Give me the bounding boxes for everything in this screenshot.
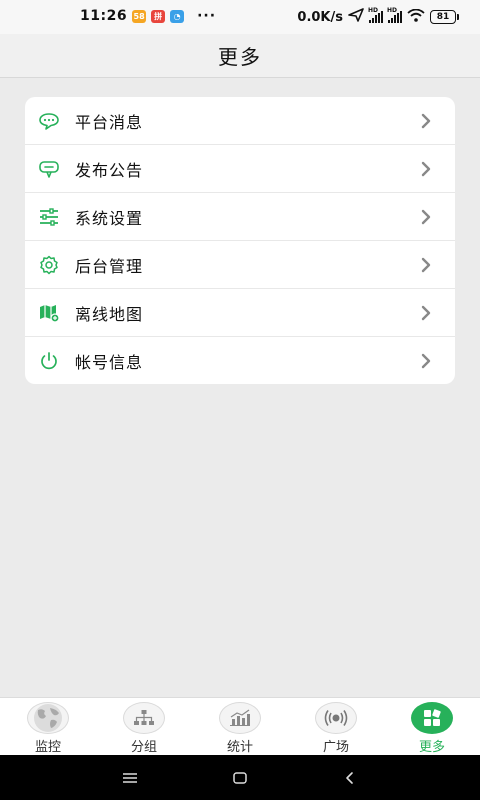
menu-item-label: 帐号信息 [75,353,144,372]
menu-card: 平台消息 发布公告 系统设置 后台管理 离线地图 帐号信息 [25,97,455,384]
nav-tab-more[interactable]: 更多 [384,698,480,756]
menu-item-publish-announcement[interactable]: 发布公告 [25,145,455,193]
org-chart-icon [123,702,165,734]
nav-label: 统计 [226,740,253,755]
menu-item-label: 平台消息 [75,112,144,132]
back-icon[interactable] [330,767,370,789]
nav-tab-monitor[interactable]: 监控 [0,698,96,756]
signal-1-icon: HD [368,7,383,23]
nav-tab-square[interactable]: 广场 [288,698,384,756]
system-nav-bar [0,755,480,800]
menu-item-backend-management[interactable]: 后台管理 [25,241,455,289]
app-red-icon: 拼 [151,9,166,23]
status-time: 11:26 [80,8,128,24]
announcement-icon [38,159,60,179]
nav-label: 分组 [130,740,157,755]
menu-item-system-settings[interactable]: 系统设置 [25,193,455,241]
chevron-right-icon [419,305,433,321]
menu-item-label: 发布公告 [75,160,144,180]
status-bar: 11:26 58 拼 ◔ ··· 0.0K/s HD HD 81 [0,0,480,34]
signal-2-icon: HD [387,7,402,23]
menu-item-label: 系统设置 [75,208,144,228]
page-header: 更多 [0,34,480,78]
grid-icon [411,702,453,734]
bar-chart-icon [219,702,261,734]
menu-item-platform-messages[interactable]: 平台消息 [25,97,455,145]
app-chat-icon: ◔ [170,9,185,23]
chevron-right-icon [419,353,433,369]
bottom-nav: 监控 分组 统计 广场 更多 [0,697,480,756]
menu-item-account-info[interactable]: 帐号信息 [25,337,455,384]
message-icon [38,111,60,131]
nav-tab-statistics[interactable]: 统计 [192,698,288,756]
location-icon [348,8,364,26]
map-icon [38,303,60,323]
page-title: 更多 [218,45,262,69]
wifi-icon [407,8,425,26]
status-right: 0.0K/s HD HD 81 [297,7,459,26]
chevron-right-icon [419,113,433,129]
status-overflow: ··· [197,8,217,24]
menu-icon[interactable] [110,767,150,789]
sliders-icon [38,207,60,227]
chevron-right-icon [419,209,433,225]
gear-icon [38,255,60,275]
nav-label: 广场 [322,740,349,755]
nav-label: 监控 [34,740,61,755]
app-notify-icon: 58 [132,9,147,23]
nav-label: 更多 [418,740,445,755]
broadcast-icon [315,702,357,734]
battery-icon: 81 [430,10,459,24]
menu-item-label: 后台管理 [75,256,144,276]
status-left: 11:26 58 拼 ◔ ··· [80,8,216,24]
chevron-right-icon [419,161,433,177]
network-speed: 0.0K/s [297,9,343,25]
globe-icon [27,702,69,734]
nav-tab-groups[interactable]: 分组 [96,698,192,756]
chevron-right-icon [419,257,433,273]
menu-item-offline-map[interactable]: 离线地图 [25,289,455,337]
home-icon[interactable] [220,767,260,789]
power-icon [38,351,60,371]
menu-item-label: 离线地图 [75,304,144,324]
